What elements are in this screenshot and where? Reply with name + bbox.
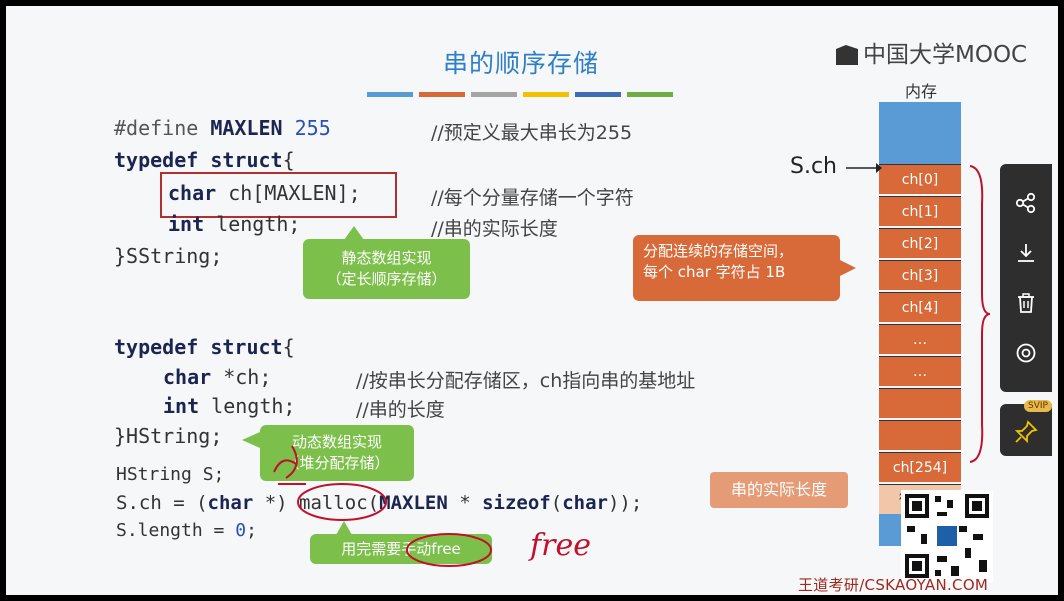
pin-icon	[1014, 420, 1038, 444]
memory-label: 内存	[905, 82, 938, 101]
svip-badge: SVIP	[1024, 400, 1052, 412]
download-glyph	[1018, 244, 1034, 262]
watermark: 王道考研/CSKAOYAN.COM	[798, 576, 989, 594]
side-toolbar	[1000, 164, 1052, 392]
qr-code	[901, 490, 993, 582]
memory-cell: ch[254]	[879, 452, 961, 482]
memory-cell: ch[1]	[879, 196, 961, 226]
pointer-arrow-icon	[846, 163, 882, 173]
memory-cell: …	[879, 356, 961, 386]
memory-cell: ch[3]	[879, 260, 961, 290]
target-glyph	[1016, 343, 1036, 363]
malloc-circle	[297, 483, 387, 521]
brace-icon	[969, 165, 991, 463]
memory-cell: ch[2]	[879, 228, 961, 258]
memory-cell: …	[879, 324, 961, 354]
delete-icon[interactable]	[1000, 282, 1052, 322]
memory-cell	[879, 420, 961, 450]
pin-button[interactable]: SVIP	[1000, 400, 1052, 456]
memory-cell: ch[4]	[879, 292, 961, 322]
callout-pointer	[840, 260, 856, 276]
download-icon[interactable]	[1000, 232, 1052, 272]
length-callout: 串的实际长度	[710, 472, 848, 508]
slide: 串的顺序存储 中国大学MOOC #define MAXLEN 255 //预定义…	[6, 6, 1058, 595]
free-circle	[406, 533, 492, 567]
share-glyph	[1015, 192, 1036, 214]
share-icon[interactable]	[1000, 182, 1052, 222]
memory-block-top	[879, 102, 961, 164]
heap-mark	[273, 445, 306, 485]
memory-cell	[879, 388, 961, 418]
memory-cell: ch[0]	[879, 164, 961, 194]
trash-glyph	[1018, 293, 1034, 313]
pointer-label: S.ch	[790, 154, 837, 179]
handwritten-free: free	[530, 528, 591, 563]
alloc-callout: 分配连续的存储空间， 每个 char 字符占 1B	[633, 235, 840, 301]
settings-icon[interactable]	[1000, 332, 1052, 372]
